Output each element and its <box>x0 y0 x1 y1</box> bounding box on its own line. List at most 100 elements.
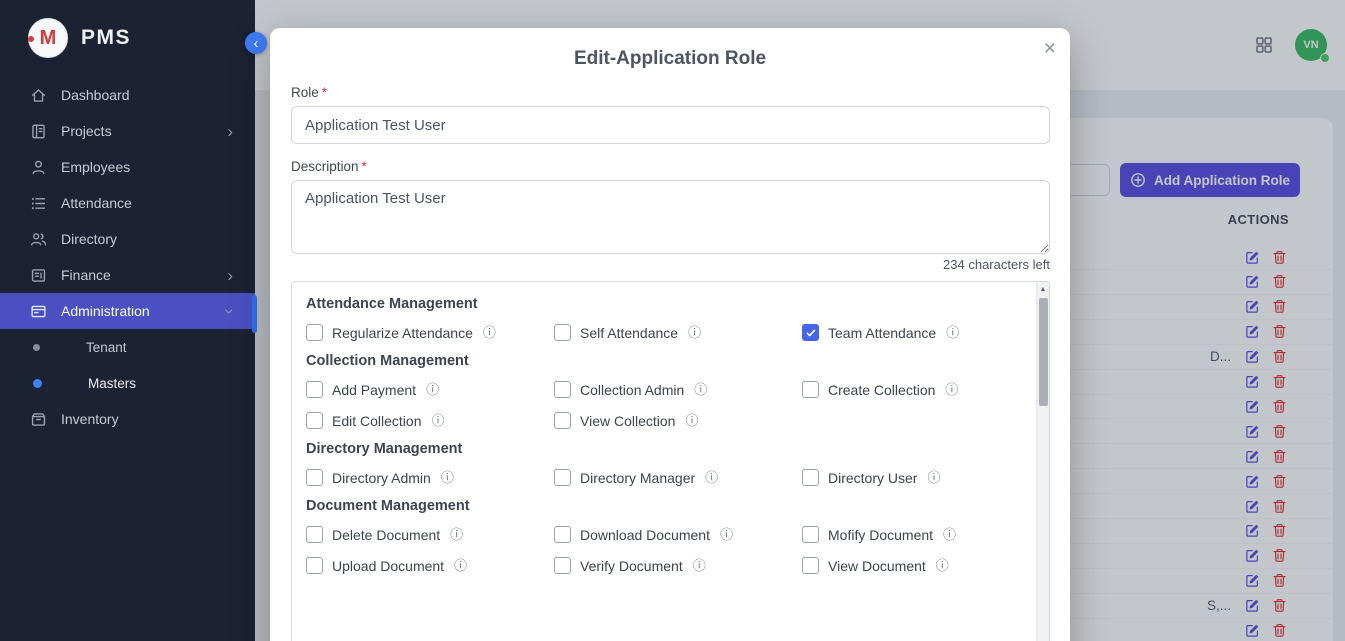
checkbox[interactable] <box>554 469 571 486</box>
info-icon[interactable]: ⓘ <box>720 528 733 541</box>
permission-label: Mofify Document <box>828 527 933 543</box>
description-label: Description* <box>291 159 1050 174</box>
inventory-icon <box>30 411 47 428</box>
permission-label: View Collection <box>580 413 675 429</box>
permission-section-title: Document Management <box>306 498 1028 514</box>
info-icon[interactable]: ⓘ <box>688 326 701 339</box>
permission-label: Verify Document <box>580 558 683 574</box>
permission-item-add-payment[interactable]: Add Payment ⓘ <box>306 381 554 398</box>
checkbox[interactable] <box>554 412 571 429</box>
permission-item-download-document[interactable]: Download Documentⓘ <box>554 526 802 543</box>
info-icon[interactable]: ⓘ <box>441 471 454 484</box>
checkbox[interactable] <box>306 469 323 486</box>
permission-grid: Regularize AttendanceⓘSelf AttendanceⓘTe… <box>306 324 1028 341</box>
info-icon[interactable]: ⓘ <box>936 559 949 572</box>
checkbox[interactable] <box>306 557 323 574</box>
scrollbar[interactable]: ▲ ▼ <box>1036 282 1049 641</box>
checkbox[interactable] <box>306 381 323 398</box>
checkbox[interactable] <box>306 526 323 543</box>
checkbox-checked[interactable] <box>802 324 819 341</box>
info-icon[interactable]: ⓘ <box>432 414 445 427</box>
permission-item-regularize-attendance[interactable]: Regularize Attendanceⓘ <box>306 324 554 341</box>
sidebar-item-label: Directory <box>61 231 117 247</box>
permission-label: Directory Manager <box>580 470 695 486</box>
permission-item-verify-document[interactable]: Verify Document ⓘ <box>554 557 802 574</box>
projects-icon <box>30 123 47 140</box>
description-textarea[interactable]: Application Test User <box>291 180 1050 254</box>
info-icon[interactable]: ⓘ <box>705 471 718 484</box>
permission-item-mofify-document[interactable]: Mofify Document ⓘ <box>802 526 1028 543</box>
scrollbar-thumb[interactable] <box>1039 298 1048 406</box>
checkbox[interactable] <box>306 412 323 429</box>
sidebar-item-label: Administration <box>61 303 150 319</box>
sidebar-item-employees[interactable]: Employees <box>0 149 255 185</box>
checkbox[interactable] <box>554 324 571 341</box>
permission-label: View Document <box>828 558 926 574</box>
sidebar-item-administration[interactable]: Administration › <box>0 293 255 329</box>
info-icon[interactable]: ⓘ <box>946 326 959 339</box>
checkbox[interactable] <box>554 381 571 398</box>
chevron-down-icon: › <box>222 308 239 314</box>
info-icon[interactable]: ⓘ <box>943 528 956 541</box>
checkbox[interactable] <box>802 381 819 398</box>
checkbox[interactable] <box>802 526 819 543</box>
permission-section-title: Collection Management <box>306 353 1028 369</box>
modal-title: Edit-Application Role <box>270 28 1070 70</box>
permission-section-title: Directory Management <box>306 441 1028 457</box>
sidebar-item-directory[interactable]: Directory <box>0 221 255 257</box>
sidebar-item-attendance[interactable]: Attendance <box>0 185 255 221</box>
sidebar-item-inventory[interactable]: Inventory <box>0 401 255 437</box>
app-logo-icon: M <box>28 18 68 58</box>
edit-application-role-modal: × Edit-Application Role Role* Descriptio… <box>270 28 1070 641</box>
permission-item-team-attendance[interactable]: Team Attendanceⓘ <box>802 324 1028 341</box>
sidebar-subitem-tenant[interactable]: Tenant <box>0 329 255 365</box>
permission-item-delete-document[interactable]: Delete Document ⓘ <box>306 526 554 543</box>
role-input[interactable] <box>291 106 1050 144</box>
info-icon[interactable]: ⓘ <box>945 383 958 396</box>
permission-item-view-document[interactable]: View Document ⓘ <box>802 557 1028 574</box>
permission-section-attendance-management: Attendance ManagementRegularize Attendan… <box>306 296 1028 341</box>
scroll-up-button[interactable]: ▲ <box>1037 282 1049 296</box>
permission-item-directory-user[interactable]: Directory Userⓘ <box>802 469 1028 486</box>
checkbox[interactable] <box>306 324 323 341</box>
info-icon[interactable]: ⓘ <box>693 559 706 572</box>
checkbox[interactable] <box>554 557 571 574</box>
info-icon[interactable]: ⓘ <box>685 414 698 427</box>
permission-item-directory-admin[interactable]: Directory Adminⓘ <box>306 469 554 486</box>
sidebar-item-dashboard[interactable]: Dashboard <box>0 77 255 113</box>
permission-grid: Delete DocumentⓘDownload DocumentⓘMofify… <box>306 526 1028 574</box>
close-button[interactable]: × <box>1044 38 1056 59</box>
permission-item-edit-collection[interactable]: Edit Collectionⓘ <box>306 412 554 429</box>
info-icon[interactable]: ⓘ <box>927 471 940 484</box>
info-icon[interactable]: ⓘ <box>450 528 463 541</box>
permission-item-collection-admin[interactable]: Collection Adminⓘ <box>554 381 802 398</box>
permission-label: Delete Document <box>332 527 440 543</box>
close-icon: × <box>1044 37 1056 60</box>
permission-item-create-collection[interactable]: Create Collection ⓘ <box>802 381 1028 398</box>
checkbox[interactable] <box>802 557 819 574</box>
info-icon[interactable]: ⓘ <box>483 326 496 339</box>
sidebar-subitem-label: Masters <box>88 376 136 391</box>
sidebar-subitem-masters[interactable]: Masters <box>0 365 255 401</box>
checkbox[interactable] <box>554 526 571 543</box>
sidebar-item-label: Attendance <box>61 195 132 211</box>
permission-item-upload-document[interactable]: Upload Documentⓘ <box>306 557 554 574</box>
home-icon <box>30 87 47 104</box>
permission-item-self-attendance[interactable]: Self Attendance ⓘ <box>554 324 802 341</box>
sidebar-item-finance[interactable]: Finance› <box>0 257 255 293</box>
permission-item-directory-manager[interactable]: Directory Manager ⓘ <box>554 469 802 486</box>
info-icon[interactable]: ⓘ <box>454 559 467 572</box>
permission-label: Add Payment <box>332 382 416 398</box>
sidebar-item-projects[interactable]: Projects› <box>0 113 255 149</box>
sidebar-collapse-button[interactable]: ‹ <box>245 32 267 54</box>
permission-label: Self Attendance <box>580 325 678 341</box>
checkbox[interactable] <box>802 469 819 486</box>
sidebar-item-label: Inventory <box>61 411 119 427</box>
modal-body: Role* Description* Application Test User… <box>270 85 1070 641</box>
logo-letter: M <box>40 27 57 50</box>
chevron-left-icon: ‹ <box>254 36 259 51</box>
info-icon[interactable]: ⓘ <box>426 383 439 396</box>
info-icon[interactable]: ⓘ <box>694 383 707 396</box>
permission-label: Create Collection <box>828 382 935 398</box>
permission-item-view-collection[interactable]: View Collection ⓘ <box>554 412 802 429</box>
